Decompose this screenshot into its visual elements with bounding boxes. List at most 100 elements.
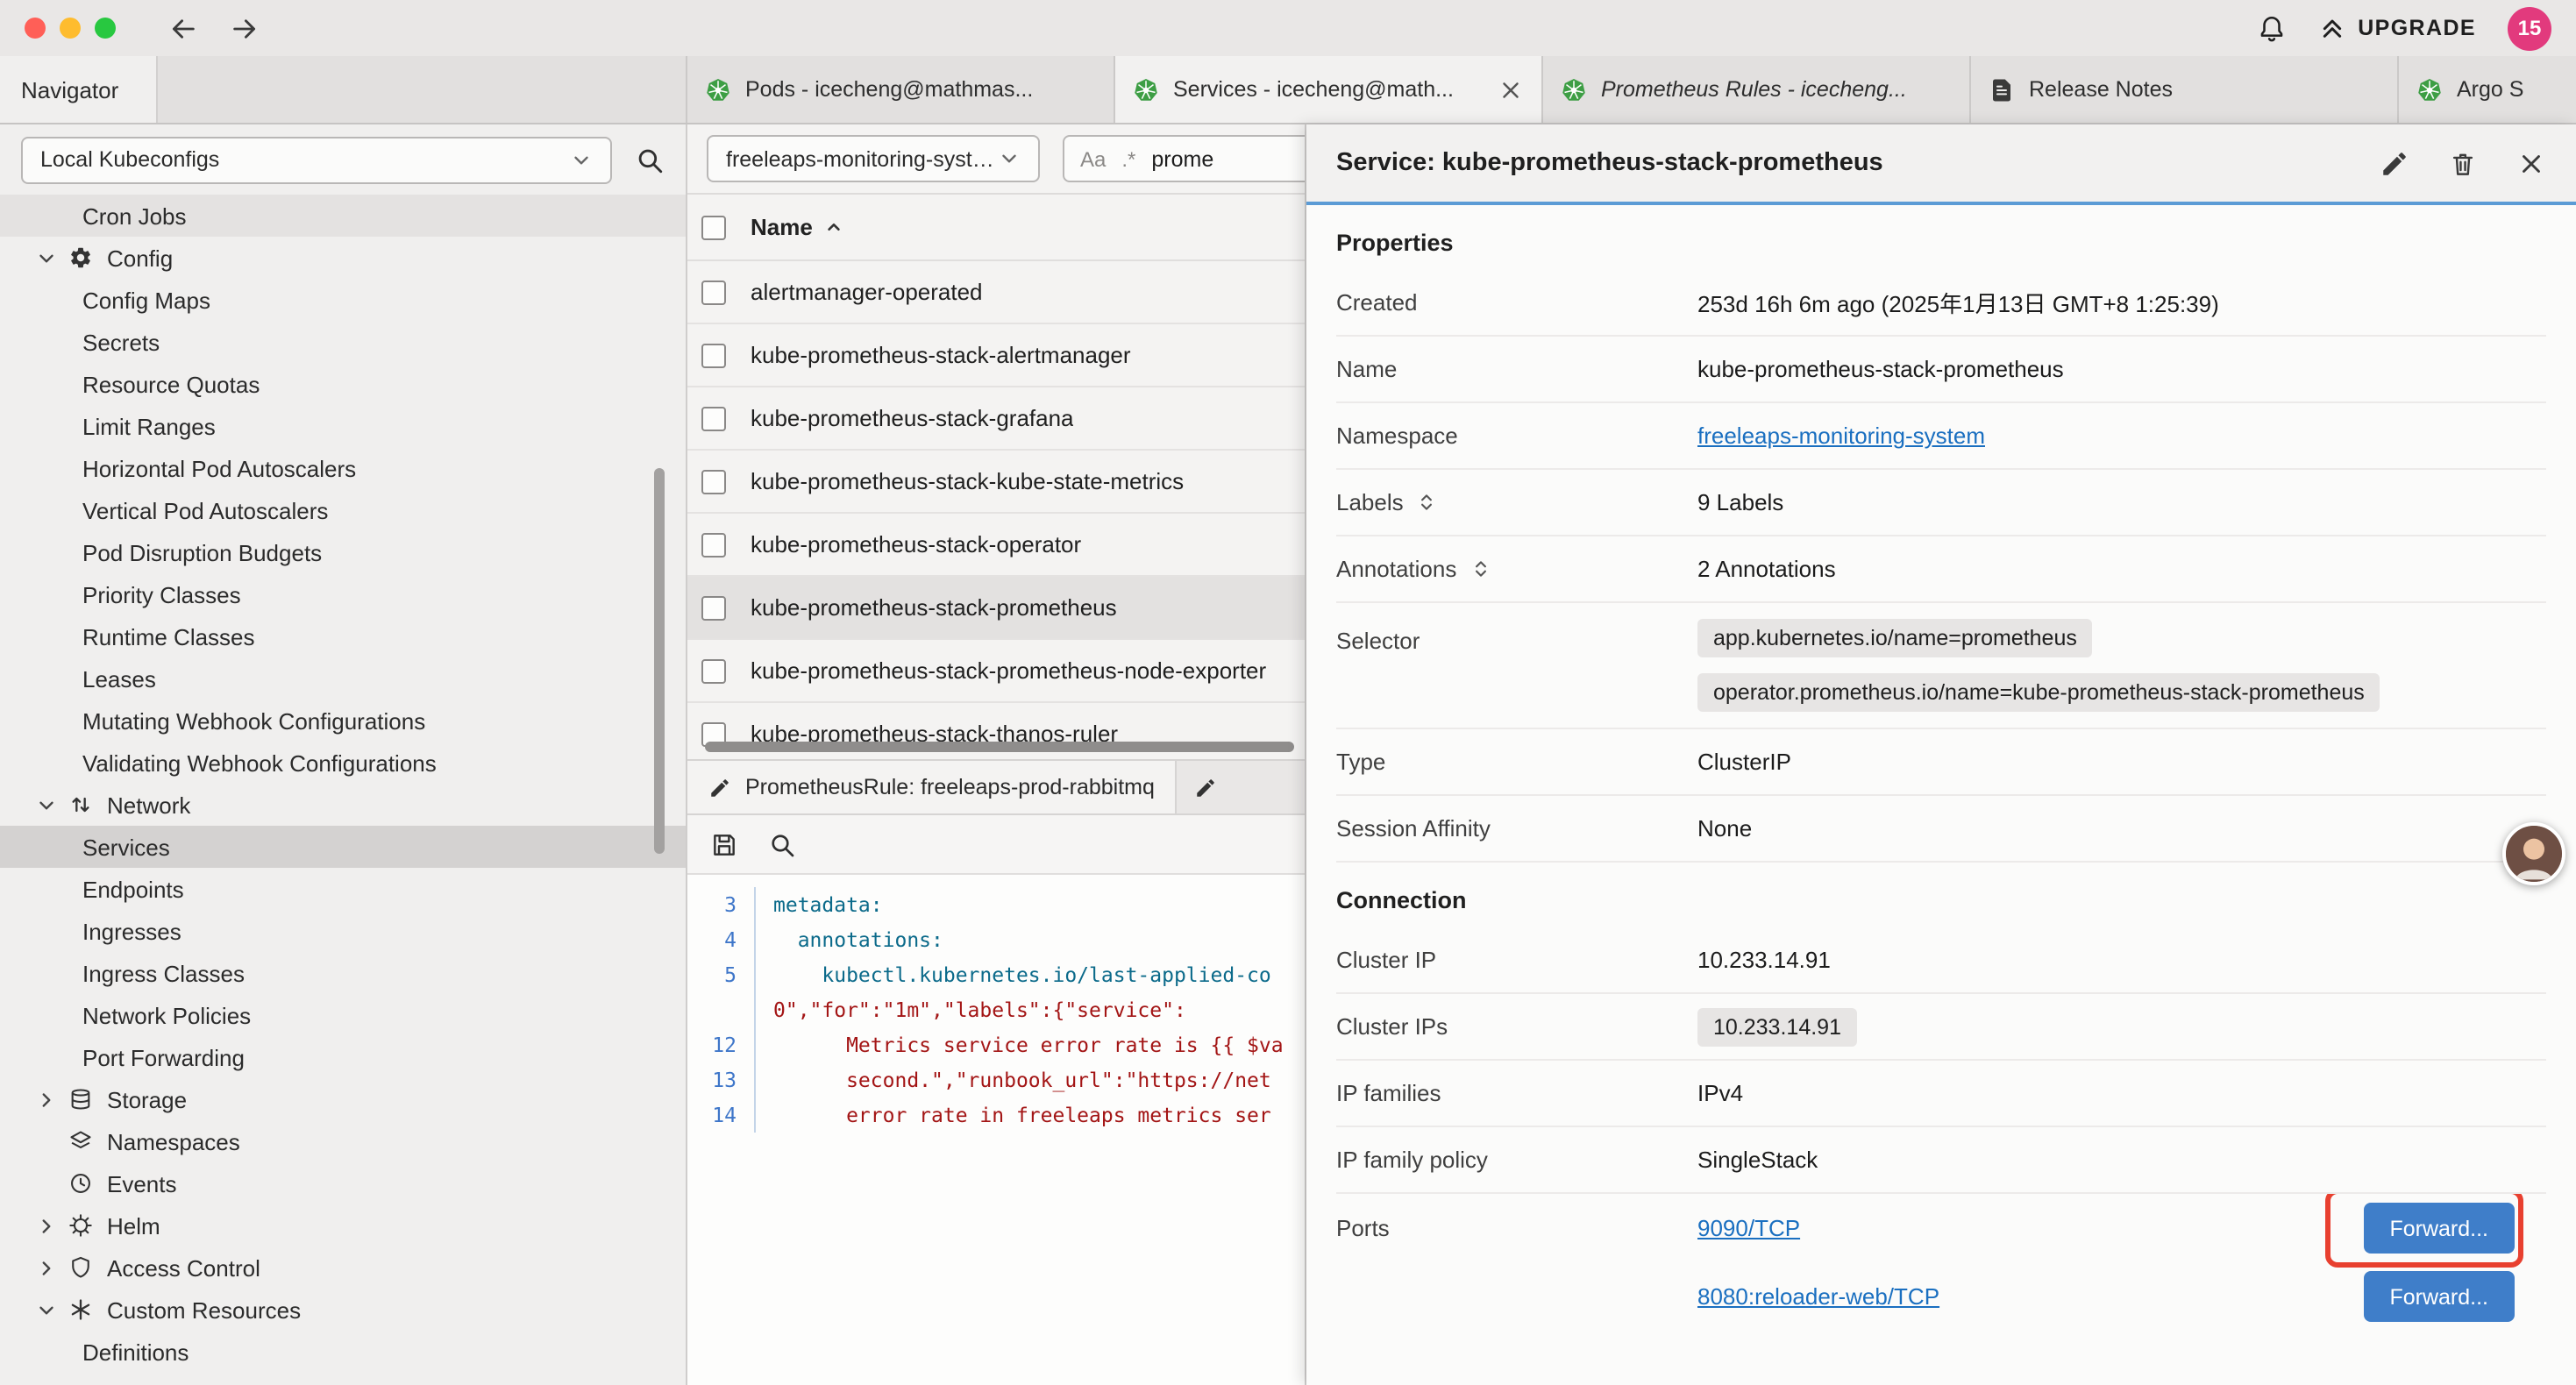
- yaml-editor[interactable]: 3metadata: 4 annotations: 5 kubectl.kube…: [687, 875, 1305, 1385]
- port-line: 9090/TCP Forward...: [1697, 1194, 2546, 1262]
- dock-tab-partial[interactable]: [1178, 761, 1305, 813]
- tab-argo[interactable]: Argo S: [2399, 56, 2576, 123]
- sidebar-item-limit-ranges[interactable]: Limit Ranges: [0, 405, 686, 447]
- close-window-button[interactable]: [25, 18, 46, 39]
- editor-toolbar: [687, 815, 1305, 875]
- save-icon[interactable]: [710, 830, 738, 858]
- tab-strip: Pods - icecheng@mathmas... Services - ic…: [687, 56, 2576, 123]
- name-column-header[interactable]: Name: [751, 214, 813, 240]
- row-checkbox[interactable]: [701, 469, 726, 494]
- shield-icon: [68, 1255, 93, 1280]
- match-case-toggle[interactable]: Aa: [1080, 146, 1106, 171]
- expander-icon[interactable]: [1416, 491, 1439, 514]
- row-checkbox[interactable]: [701, 280, 726, 304]
- table-body: alertmanager-operated kube-prometheus-st…: [687, 261, 1305, 759]
- port-link-8080[interactable]: 8080:reloader-web/TCP: [1697, 1283, 2363, 1310]
- table-row[interactable]: alertmanager-operated: [687, 261, 1305, 324]
- row-checkbox[interactable]: [701, 343, 726, 367]
- horizontal-scrollbar[interactable]: [705, 742, 1294, 752]
- navigator-label: Navigator: [21, 76, 118, 103]
- port-link-9090[interactable]: 9090/TCP: [1697, 1215, 2363, 1241]
- sidebar-item-network[interactable]: Network: [0, 784, 686, 826]
- upgrade-label: UPGRADE: [2358, 16, 2476, 40]
- tab-pods[interactable]: Pods - icecheng@mathmas...: [687, 56, 1115, 123]
- row-checkbox[interactable]: [701, 595, 726, 620]
- forward-button-9090[interactable]: Forward...: [2363, 1203, 2515, 1254]
- notification-count-badge[interactable]: 15: [2508, 6, 2551, 50]
- edit-pencil-icon[interactable]: [2380, 148, 2409, 178]
- tab-services[interactable]: Services - icecheng@math...: [1115, 56, 1543, 123]
- table-row[interactable]: kube-prometheus-stack-prometheus-node-ex…: [687, 640, 1305, 703]
- forward-arrow-icon[interactable]: [230, 13, 260, 43]
- sidebar-item-events[interactable]: Events: [0, 1162, 686, 1204]
- close-drawer-icon[interactable]: [2516, 148, 2546, 178]
- property-row-selector: Selector app.kubernetes.io/name=promethe…: [1336, 603, 2546, 729]
- table-row[interactable]: kube-prometheus-stack-operator: [687, 514, 1305, 577]
- sidebar-item-runtime-classes[interactable]: Runtime Classes: [0, 615, 686, 657]
- sidebar-item-network-policies[interactable]: Network Policies: [0, 994, 686, 1036]
- select-all-checkbox[interactable]: [701, 215, 726, 239]
- sidebar-item-services[interactable]: Services: [0, 826, 686, 868]
- sidebar-item-secrets[interactable]: Secrets: [0, 321, 686, 363]
- sidebar-item-priority-classes[interactable]: Priority Classes: [0, 573, 686, 615]
- row-checkbox[interactable]: [701, 406, 726, 430]
- sidebar-item-config-maps[interactable]: Config Maps: [0, 279, 686, 321]
- sidebar-item-helm[interactable]: Helm: [0, 1204, 686, 1246]
- network-icon: [68, 792, 93, 817]
- back-arrow-icon[interactable]: [168, 13, 198, 43]
- list-search-input[interactable]: Aa .* prome: [1063, 135, 1305, 182]
- table-row[interactable]: kube-prometheus-stack-kube-state-metrics: [687, 451, 1305, 514]
- sort-ascending-icon[interactable]: [823, 216, 846, 238]
- sidebar-item-endpoints[interactable]: Endpoints: [0, 868, 686, 910]
- dock-tab-prometheusrule[interactable]: PrometheusRule: freeleaps-prod-rabbitmq: [687, 761, 1178, 813]
- sidebar-scrollbar[interactable]: [654, 468, 665, 854]
- namespace-link[interactable]: freeleaps-monitoring-system: [1697, 423, 1985, 449]
- sidebar-item-validating-webhook-configurations[interactable]: Validating Webhook Configurations: [0, 742, 686, 784]
- sidebar-item-ingresses[interactable]: Ingresses: [0, 910, 686, 952]
- sidebar-item-leases[interactable]: Leases: [0, 657, 686, 700]
- dock-tab-bar: PrometheusRule: freeleaps-prod-rabbitmq: [687, 759, 1305, 815]
- sidebar-item-vertical-pod-autoscalers[interactable]: Vertical Pod Autoscalers: [0, 489, 686, 531]
- sidebar-item-port-forwarding[interactable]: Port Forwarding: [0, 1036, 686, 1078]
- namespace-filter-dropdown[interactable]: freeleaps-monitoring-system: [707, 135, 1040, 182]
- minimize-window-button[interactable]: [60, 18, 81, 39]
- forward-button-8080[interactable]: Forward...: [2363, 1271, 2515, 1322]
- window-titlebar: UPGRADE 15: [0, 0, 2576, 56]
- expander-icon[interactable]: [1469, 558, 1491, 580]
- table-row[interactable]: kube-prometheus-stack-alertmanager: [687, 324, 1305, 387]
- search-icon[interactable]: [635, 145, 665, 174]
- notifications-bell-icon[interactable]: [2256, 13, 2286, 43]
- sidebar-item-namespaces[interactable]: Namespaces: [0, 1120, 686, 1162]
- connection-row-ip-family-policy: IP family policy SingleStack: [1336, 1127, 2546, 1194]
- sidebar-item-config[interactable]: Config: [0, 237, 686, 279]
- sidebar-item-ingress-classes[interactable]: Ingress Classes: [0, 952, 686, 994]
- upgrade-button[interactable]: UPGRADE: [2317, 14, 2476, 42]
- table-row[interactable]: kube-prometheus-stack-grafana: [687, 387, 1305, 451]
- sidebar-item-horizontal-pod-autoscalers[interactable]: Horizontal Pod Autoscalers: [0, 447, 686, 489]
- delete-trash-icon[interactable]: [2448, 148, 2478, 178]
- sidebar-item-storage[interactable]: Storage: [0, 1078, 686, 1120]
- tab-release-notes[interactable]: Release Notes: [1971, 56, 2399, 123]
- drawer-header: Service: kube-prometheus-stack-prometheu…: [1306, 124, 2576, 205]
- connection-section-heading: Connection: [1336, 863, 2546, 927]
- connection-row-ports: Ports 9090/TCP Forward... 8080:reloader-…: [1336, 1194, 2546, 1331]
- row-checkbox[interactable]: [701, 532, 726, 557]
- tab-prometheus-rules[interactable]: Prometheus Rules - icecheng...: [1543, 56, 1971, 123]
- sidebar-item-mutating-webhook-configurations[interactable]: Mutating Webhook Configurations: [0, 700, 686, 742]
- kubernetes-icon: [1133, 76, 1159, 103]
- maximize-window-button[interactable]: [95, 18, 116, 39]
- sidebar-item-resource-quotas[interactable]: Resource Quotas: [0, 363, 686, 405]
- regex-toggle[interactable]: .*: [1121, 146, 1135, 171]
- sidebar-item-custom-resources[interactable]: Custom Resources: [0, 1289, 686, 1331]
- sidebar-item-access-control[interactable]: Access Control: [0, 1246, 686, 1289]
- sidebar-item-pod-disruption-budgets[interactable]: Pod Disruption Budgets: [0, 531, 686, 573]
- table-row-selected[interactable]: kube-prometheus-stack-prometheus: [687, 577, 1305, 640]
- row-checkbox[interactable]: [701, 658, 726, 683]
- close-tab-icon[interactable]: [1498, 76, 1524, 103]
- avatar[interactable]: [2502, 822, 2565, 885]
- search-icon[interactable]: [768, 830, 796, 858]
- sidebar-item-definitions[interactable]: Definitions: [0, 1331, 686, 1373]
- kubeconfig-scope-dropdown[interactable]: Local Kubeconfigs: [21, 136, 612, 183]
- navigator-panel-tab[interactable]: Navigator: [0, 56, 158, 123]
- sidebar-item-cron-jobs[interactable]: Cron Jobs: [0, 195, 686, 237]
